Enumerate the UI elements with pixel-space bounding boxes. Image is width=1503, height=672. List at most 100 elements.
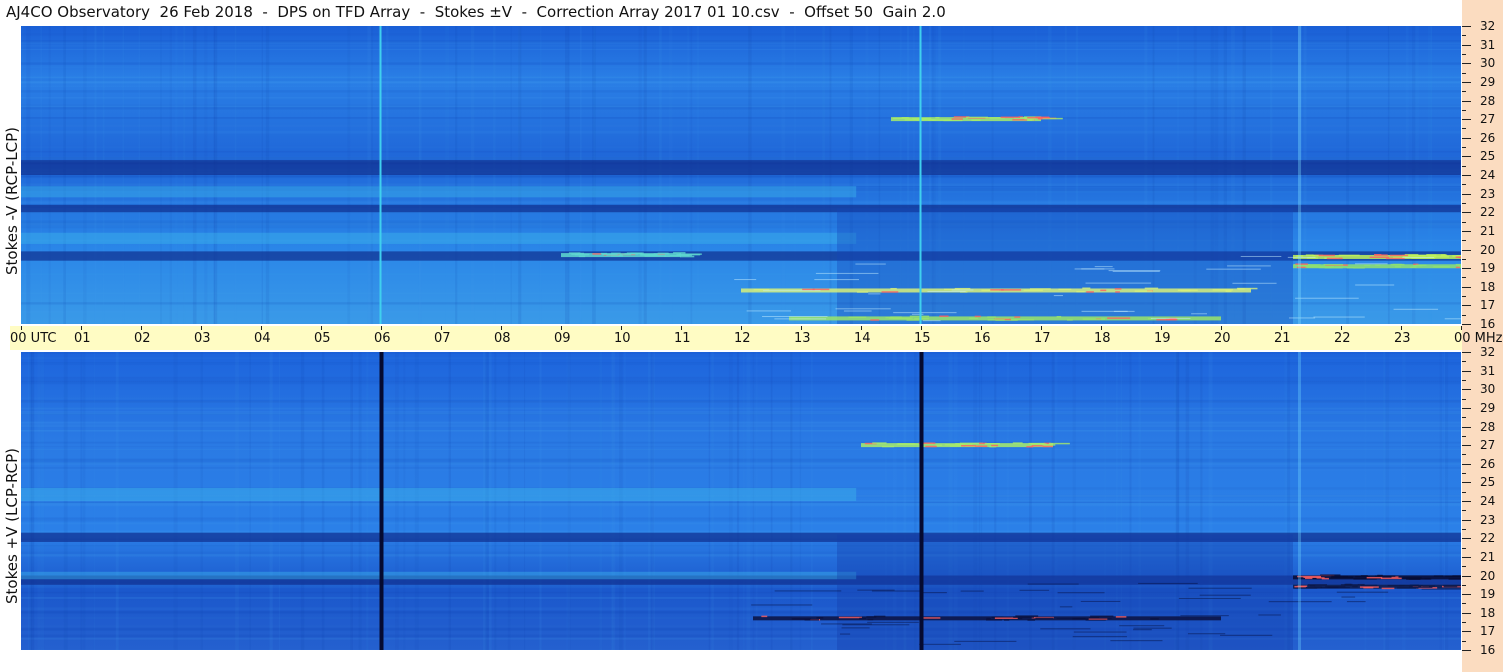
frequency-tick-label: 32 <box>1480 345 1496 359</box>
heatmap-column <box>1385 352 1390 650</box>
bottom-panel-ylabel: Stokes +V (LCP-RCP) <box>3 448 21 604</box>
vertical-marker-line <box>919 26 922 324</box>
frequency-tick-mark <box>1462 212 1471 214</box>
frequency-tick-label: 31 <box>1480 37 1496 52</box>
rfi-line <box>1133 629 1152 631</box>
rfi-line <box>893 312 957 314</box>
emission-speck <box>644 255 666 257</box>
time-tick-mark <box>1221 326 1222 330</box>
time-tick-label: 02 <box>134 331 151 346</box>
emission-speck <box>1000 116 1021 119</box>
emission-speck <box>923 617 941 619</box>
frequency-minor-tick <box>1462 398 1466 400</box>
time-tick-mark <box>201 326 202 330</box>
frequency-tick-label: 29 <box>1480 74 1496 89</box>
frequency-tick-mark <box>1462 538 1471 540</box>
emission-speck <box>1305 266 1323 268</box>
emission-speck <box>1455 266 1460 269</box>
time-tick-label: 14 <box>854 331 871 346</box>
emission-speck <box>872 442 887 444</box>
emission-speck <box>812 288 830 291</box>
frequency-minor-tick <box>1462 379 1466 381</box>
rfi-line <box>857 589 895 591</box>
emission-speck <box>1115 616 1127 618</box>
rfi-line <box>919 643 961 645</box>
rfi-line <box>1053 295 1063 297</box>
rfi-line <box>871 590 922 592</box>
emission-speck <box>1374 254 1388 256</box>
emission-speck <box>592 253 602 255</box>
emission-speck <box>955 443 960 445</box>
rfi-line <box>911 313 924 315</box>
emission-speck <box>1026 446 1034 448</box>
emission-speck <box>1066 319 1073 321</box>
rfi-line <box>1108 270 1161 272</box>
emission-speck <box>1326 257 1343 260</box>
frequency-tick-mark <box>1462 324 1471 325</box>
frequency-tick-mark <box>1462 463 1471 465</box>
frequency-minor-tick <box>1462 147 1466 149</box>
emission-speck <box>1238 288 1245 290</box>
time-tick-label: 13 <box>794 331 811 346</box>
emission-speck <box>939 315 949 317</box>
time-tick-mark <box>1281 326 1282 330</box>
time-tick-label: 12 <box>734 331 751 346</box>
vertical-marker-line <box>379 26 382 324</box>
emission-speck <box>1399 584 1423 587</box>
emission-speck <box>974 315 981 318</box>
emission-speck <box>1321 577 1329 580</box>
frequency-tick-label: 26 <box>1480 130 1496 145</box>
time-tick-mark <box>501 326 502 330</box>
emission-speck <box>909 315 930 318</box>
rfi-line <box>1133 627 1172 629</box>
emission-speck <box>1375 264 1381 266</box>
frequency-tick-label: 20 <box>1480 242 1496 257</box>
emission-speck <box>991 444 999 447</box>
frequency-tick-label: 19 <box>1480 261 1496 276</box>
emission-speck <box>897 443 915 445</box>
rfi-line <box>927 291 966 293</box>
frequency-minor-tick <box>1462 640 1466 642</box>
emission-speck <box>984 443 1000 445</box>
frequency-tick-mark <box>1462 594 1471 596</box>
frequency-tick-label: 32 <box>1480 19 1496 33</box>
time-tick-label: 11 <box>674 331 691 346</box>
rfi-line <box>1421 588 1461 590</box>
emission-speck <box>1380 577 1402 580</box>
frequency-tick-mark <box>1462 556 1471 558</box>
emission-speck <box>1134 290 1153 292</box>
time-tick-label: 00 MHz <box>1454 331 1503 346</box>
time-tick-label: 23 <box>1394 331 1411 346</box>
frequency-tick-mark <box>1462 407 1471 409</box>
emission-speck <box>626 252 644 254</box>
frequency-minor-tick <box>1462 361 1466 363</box>
emission-speck <box>1385 257 1405 260</box>
rfi-line <box>1072 636 1127 638</box>
emission-speck <box>1027 619 1036 621</box>
rfi-line <box>1057 592 1105 594</box>
frequency-tick-label: 28 <box>1480 419 1496 434</box>
emission-speck <box>1028 442 1045 445</box>
frequency-tick-label: 24 <box>1480 494 1496 508</box>
emission-speck <box>951 118 963 120</box>
emission-speck <box>804 619 820 621</box>
emission-speck <box>1076 290 1085 293</box>
emission-speck <box>676 253 701 256</box>
emission-speck <box>1343 576 1354 578</box>
time-tick-label: 21 <box>1274 331 1291 346</box>
rfi-line <box>1227 265 1271 267</box>
rfi-line <box>1081 310 1128 312</box>
emission-speck <box>1433 575 1444 577</box>
time-axis: 00 UTC 01 02 03 04 05 06 07 08 09 10 11 12 13 14 15 16 17… <box>10 326 1503 350</box>
frequency-tick-label: 30 <box>1480 56 1496 71</box>
frequency-tick-label: 17 <box>1480 624 1496 639</box>
rfi-line <box>1074 268 1105 270</box>
time-tick-mark <box>681 326 682 330</box>
frequency-minor-tick <box>1462 165 1466 167</box>
time-tick-label: 22 <box>1334 331 1351 346</box>
rfi-line <box>835 308 891 310</box>
rfi-line <box>1444 318 1461 320</box>
rfi-line <box>921 592 947 594</box>
frequency-minor-tick <box>1462 53 1466 55</box>
emission-speck <box>1115 291 1120 293</box>
